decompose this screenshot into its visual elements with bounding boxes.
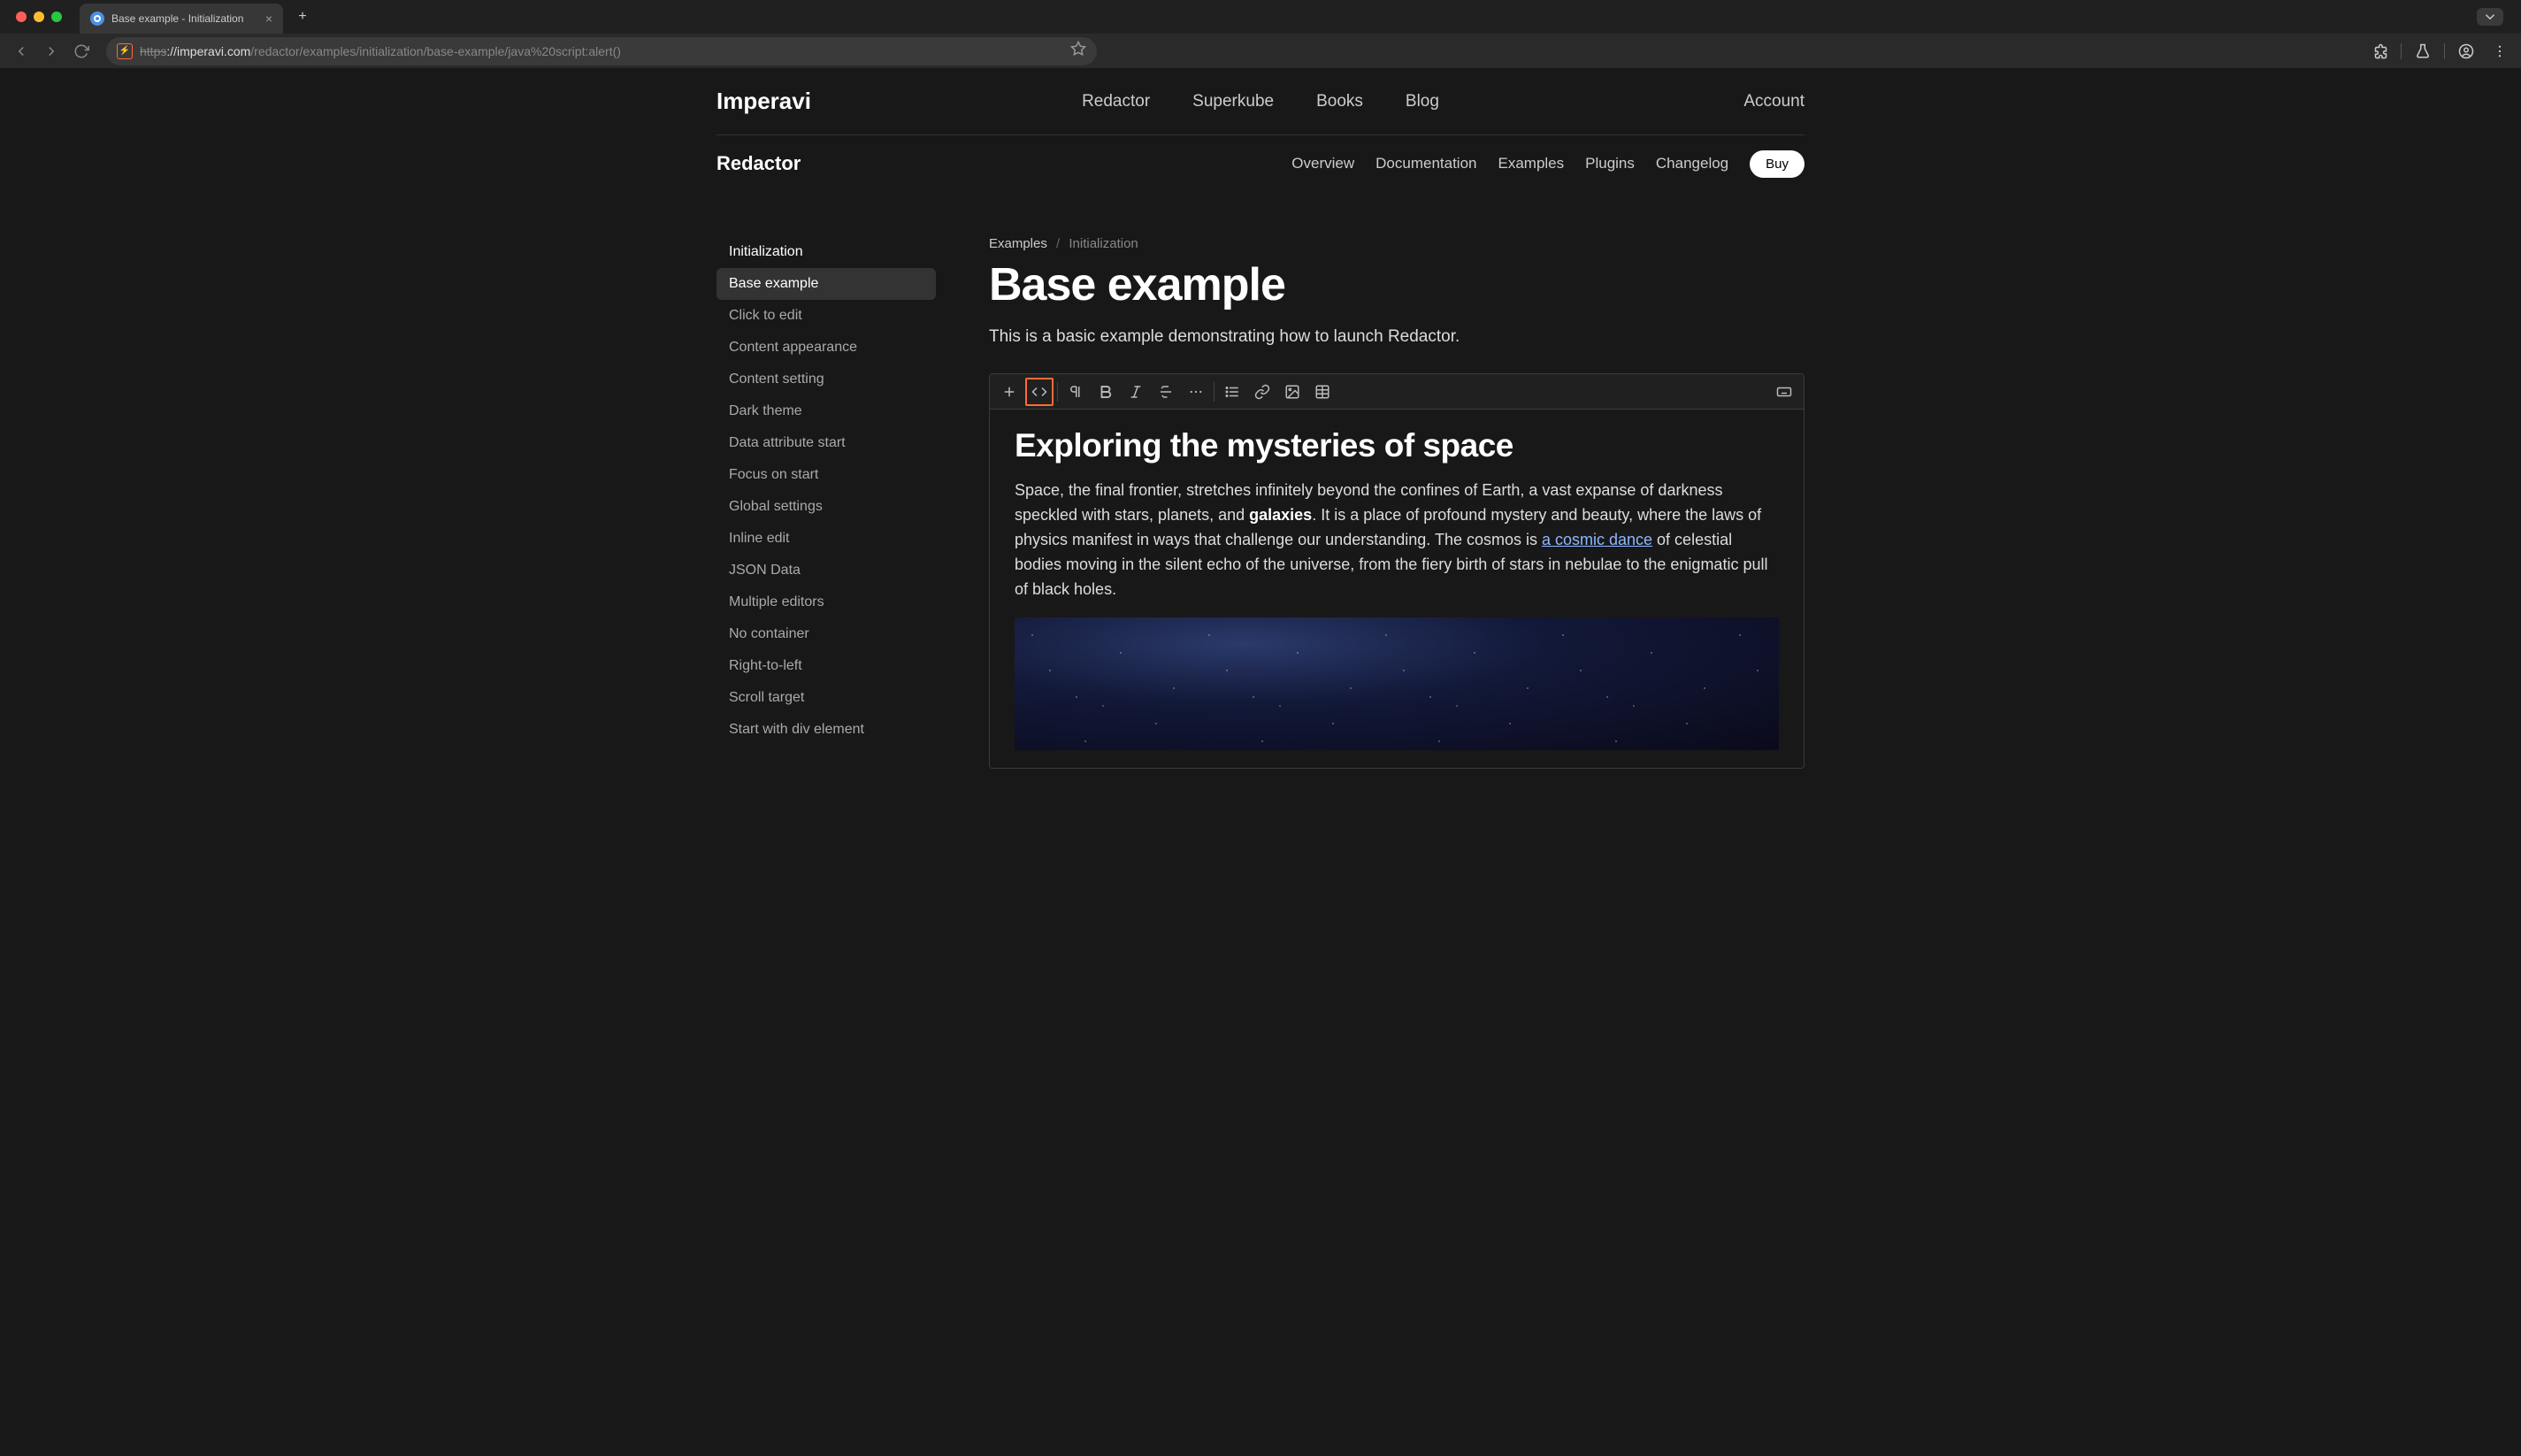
labs-icon[interactable] <box>2410 39 2435 64</box>
new-tab-button[interactable]: + <box>290 4 315 29</box>
extensions-icon[interactable] <box>2367 39 2392 64</box>
editor-bold-text: galaxies <box>1249 506 1312 524</box>
sidebar-item-dark-theme[interactable]: Dark theme <box>716 395 936 427</box>
sub-nav-examples[interactable]: Examples <box>1498 155 1564 172</box>
breadcrumb: Examples / Initialization <box>989 236 1805 251</box>
breadcrumb-current: Initialization <box>1069 236 1138 251</box>
separator <box>2401 43 2402 59</box>
sidebar-item-no-container[interactable]: No container <box>716 618 936 650</box>
breadcrumb-separator: / <box>1056 236 1060 251</box>
sidebar-item-focus-on-start[interactable]: Focus on start <box>716 459 936 491</box>
editor-heading[interactable]: Exploring the mysteries of space <box>1015 427 1779 464</box>
sub-nav-links: Overview Documentation Examples Plugins … <box>1291 150 1805 178</box>
editor-paragraph[interactable]: Space, the final frontier, stretches inf… <box>1015 479 1779 602</box>
sidebar-item-start-with-div[interactable]: Start with div element <box>716 714 936 746</box>
toolbar-html-button[interactable] <box>1025 378 1054 406</box>
reload-button[interactable] <box>69 39 94 64</box>
tab-bar: Base example - Initialization × + <box>0 0 2521 34</box>
editor-frame: Exploring the mysteries of space Space, … <box>989 373 1805 769</box>
toolbar-add-button[interactable] <box>995 378 1023 406</box>
sub-nav-changelog[interactable]: Changelog <box>1656 155 1728 172</box>
toolbar-list-button[interactable] <box>1218 378 1246 406</box>
editor-content[interactable]: Exploring the mysteries of space Space, … <box>990 410 1804 768</box>
bookmark-star-icon[interactable] <box>1070 41 1086 61</box>
sub-nav-brand[interactable]: Redactor <box>716 152 801 175</box>
page-body: Imperavi Redactor Superkube Books Blog A… <box>0 68 2521 1456</box>
breadcrumb-examples[interactable]: Examples <box>989 236 1047 251</box>
toolbar-separator <box>1057 382 1058 402</box>
forward-button[interactable] <box>39 39 64 64</box>
toolbar-bold-button[interactable] <box>1092 378 1120 406</box>
url-text: https://imperavi.com/redactor/examples/i… <box>140 44 621 58</box>
sidebar-item-multiple-editors[interactable]: Multiple editors <box>716 586 936 618</box>
account-link[interactable]: Account <box>1743 92 1805 111</box>
window-minimize-button[interactable] <box>34 11 44 22</box>
sidebar-item-global-settings[interactable]: Global settings <box>716 491 936 523</box>
toolbar-separator <box>1214 382 1215 402</box>
toolbar-keyboard-button[interactable] <box>1770 378 1798 406</box>
nav-link-redactor[interactable]: Redactor <box>1082 92 1150 111</box>
menu-icon[interactable] <box>2487 39 2512 64</box>
toolbar-image-button[interactable] <box>1278 378 1306 406</box>
toolbar-format-button[interactable] <box>1061 378 1090 406</box>
separator <box>2444 43 2445 59</box>
top-nav-links: Redactor Superkube Books Blog <box>1082 92 1439 111</box>
main-column: Examples / Initialization Base example T… <box>989 236 1805 769</box>
toolbar-more-button[interactable] <box>1182 378 1210 406</box>
browser-chrome: Base example - Initialization × + ⚡ http… <box>0 0 2521 68</box>
browser-tab[interactable]: Base example - Initialization × <box>80 4 283 34</box>
toolbar-link-button[interactable] <box>1248 378 1276 406</box>
browser-right-icons <box>2367 39 2512 64</box>
sidebar-item-json-data[interactable]: JSON Data <box>716 555 936 586</box>
tab-close-icon[interactable]: × <box>265 11 272 26</box>
toolbar-table-button[interactable] <box>1308 378 1337 406</box>
sub-nav: Redactor Overview Documentation Examples… <box>716 135 1805 192</box>
profile-icon[interactable] <box>2454 39 2479 64</box>
sidebar-item-base-example[interactable]: Base example <box>716 268 936 300</box>
sidebar-item-inline-edit[interactable]: Inline edit <box>716 523 936 555</box>
sidebar: Initialization Base example Click to edi… <box>716 236 936 769</box>
editor-toolbar <box>990 374 1804 410</box>
sidebar-item-content-appearance[interactable]: Content appearance <box>716 332 936 364</box>
top-nav: Imperavi Redactor Superkube Books Blog A… <box>716 68 1805 135</box>
sub-nav-plugins[interactable]: Plugins <box>1585 155 1635 172</box>
sidebar-item-right-to-left[interactable]: Right-to-left <box>716 650 936 682</box>
buy-button[interactable]: Buy <box>1750 150 1805 178</box>
window-maximize-button[interactable] <box>51 11 62 22</box>
toolbar-italic-button[interactable] <box>1122 378 1150 406</box>
toolbar-strikethrough-button[interactable] <box>1152 378 1180 406</box>
page-description: This is a basic example demonstrating ho… <box>989 327 1805 347</box>
editor-link[interactable]: a cosmic dance <box>1542 531 1652 548</box>
nav-link-superkube[interactable]: Superkube <box>1192 92 1274 111</box>
tab-favicon-icon <box>90 11 104 26</box>
brand-logo[interactable]: Imperavi <box>716 88 811 115</box>
editor-image[interactable] <box>1015 617 1779 750</box>
sidebar-item-scroll-target[interactable]: Scroll target <box>716 682 936 714</box>
back-button[interactable] <box>9 39 34 64</box>
sidebar-item-data-attribute-start[interactable]: Data attribute start <box>716 427 936 459</box>
window-controls <box>9 11 62 22</box>
sidebar-heading[interactable]: Initialization <box>716 236 936 268</box>
window-close-button[interactable] <box>16 11 27 22</box>
nav-link-blog[interactable]: Blog <box>1406 92 1439 111</box>
site-security-icon[interactable]: ⚡ <box>117 43 133 59</box>
page-title: Base example <box>989 258 1805 311</box>
sidebar-item-click-to-edit[interactable]: Click to edit <box>716 300 936 332</box>
tab-title: Base example - Initialization <box>111 12 243 25</box>
sub-nav-overview[interactable]: Overview <box>1291 155 1354 172</box>
tabs-dropdown-button[interactable] <box>2477 8 2503 26</box>
sidebar-item-content-setting[interactable]: Content setting <box>716 364 936 395</box>
content-area: Initialization Base example Click to edi… <box>716 192 1805 769</box>
address-bar[interactable]: ⚡ https://imperavi.com/redactor/examples… <box>106 37 1097 65</box>
nav-link-books[interactable]: Books <box>1316 92 1363 111</box>
browser-toolbar: ⚡ https://imperavi.com/redactor/examples… <box>0 34 2521 68</box>
sub-nav-documentation[interactable]: Documentation <box>1375 155 1476 172</box>
